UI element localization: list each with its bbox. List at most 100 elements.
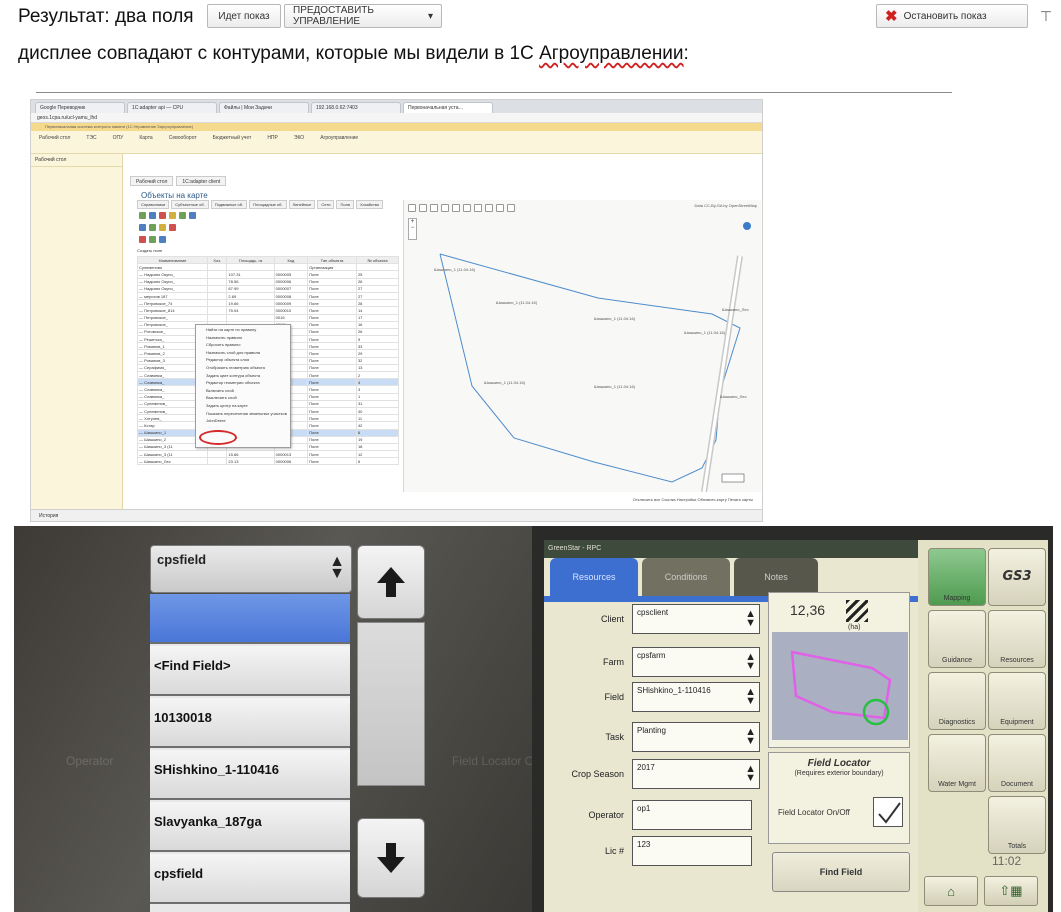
scroll-down-button[interactable] xyxy=(357,818,425,898)
map-tool-icon[interactable] xyxy=(419,204,427,212)
map-tool-icon[interactable] xyxy=(485,204,493,212)
subtab[interactable]: Сети xyxy=(317,200,335,209)
menu-item[interactable]: НПР xyxy=(267,135,278,149)
home-button[interactable]: ⌂ xyxy=(924,876,978,906)
map-tool-icon[interactable] xyxy=(474,204,482,212)
tool-icon[interactable] xyxy=(149,236,156,243)
menu-item[interactable]: Карта xyxy=(139,135,152,149)
find-field-button[interactable]: Find Field xyxy=(772,852,910,892)
content-tab[interactable]: 1С:adapter client xyxy=(176,176,227,186)
field-list-item[interactable]: Slavyanka_187ga xyxy=(150,802,350,852)
field-list-item[interactable]: <Find Field> xyxy=(150,646,350,696)
table-row[interactable]: — Надьяно Окуно_ 78.56 0000006 Поле 26 xyxy=(136,277,400,286)
showing-button[interactable]: Идет показ xyxy=(207,4,281,28)
menu-button[interactable]: ⇧▦ xyxy=(984,876,1038,906)
export-icon[interactable] xyxy=(169,224,176,231)
scroll-up-button[interactable] xyxy=(357,545,425,619)
layer-icon[interactable] xyxy=(139,224,146,231)
map-tool-icon[interactable] xyxy=(430,204,438,212)
subtab[interactable]: Субъектные об. xyxy=(171,200,209,209)
context-menu-item[interactable]: Включить слой xyxy=(196,387,290,395)
address-bar[interactable]: geos.1cpa.ru/ucl-yamu_lhd xyxy=(31,113,762,123)
browser-tab[interactable]: 1С:adapter api — CPU xyxy=(127,102,217,113)
water-mgmt-button[interactable]: Water Mgmt xyxy=(928,734,986,792)
content-tab[interactable]: Рабочий стол xyxy=(130,176,174,186)
mapping-button[interactable]: Mapping xyxy=(928,548,986,606)
map-tool-icon[interactable] xyxy=(452,204,460,212)
browser-tab[interactable]: Google Переводчик xyxy=(35,102,125,113)
menu-item[interactable]: Бюджетный учет xyxy=(213,135,252,149)
delete-icon[interactable] xyxy=(159,212,166,219)
table-row[interactable]: Сулеменово Организация xyxy=(136,263,400,272)
subtab[interactable]: Справочники xyxy=(137,200,170,209)
tool-icon[interactable] xyxy=(159,236,166,243)
context-menu-item[interactable]: Выключить слой xyxy=(196,394,290,402)
column-header[interactable]: Хоз. xyxy=(207,255,228,265)
gs3-operator-select[interactable]: op1 xyxy=(632,800,752,830)
tab-conditions[interactable]: Conditions xyxy=(642,558,730,596)
menu-item[interactable]: ЭКО xyxy=(294,135,304,149)
menu-item[interactable]: Севооборот xyxy=(169,135,197,149)
map-tool-icon[interactable] xyxy=(507,204,515,212)
table-row[interactable]: — Шишкино_3 (11 15.66 0000013 Поле 12 xyxy=(136,450,400,459)
table-row[interactable]: — Надьяно Окуно_ 87.99 0000007 Поле 27 xyxy=(136,284,400,293)
column-header[interactable]: Площадь, га xyxy=(226,255,275,265)
menu-item[interactable]: Агроуправление xyxy=(320,135,358,149)
table-row[interactable]: — Шишкино_Лес 23.13 0000006 Поле 6 xyxy=(136,457,400,466)
gs3-task-select[interactable]: Planting ▲ ▼ xyxy=(632,722,760,752)
context-menu-item[interactable]: Назначить правило xyxy=(196,334,290,342)
gs3-home-button[interactable]: GS3 xyxy=(988,548,1046,606)
add-icon[interactable] xyxy=(139,212,146,219)
menu-item[interactable]: ОПУ xyxy=(113,135,124,149)
subtab[interactable]: Хозяйство xyxy=(355,200,384,209)
table-row[interactable]: — Петровское_814 75.04 0000010 Поле 14 xyxy=(136,306,400,315)
field-list-item[interactable]: 10130018 xyxy=(150,698,350,748)
subtab[interactable]: Поля xyxy=(336,200,354,209)
map-icon[interactable] xyxy=(149,224,156,231)
map-view[interactable]: Data CC-By-SA by OpenStreetMap + − Шишкин… xyxy=(403,200,761,492)
subtab[interactable]: Подвижные об. xyxy=(210,200,248,209)
search-icon[interactable] xyxy=(169,212,176,219)
column-header[interactable]: Тип объекта xyxy=(307,255,357,265)
context-menu-item[interactable]: Найти на карте по правилу xyxy=(196,326,290,334)
left-panel-item[interactable]: Рабочий стол xyxy=(31,154,122,167)
totals-button[interactable]: Totals xyxy=(988,796,1046,854)
diagnostics-button[interactable]: Diagnostics xyxy=(928,672,986,730)
context-menu-item[interactable]: Сбросить правило xyxy=(196,341,290,349)
map-tool-icon[interactable] xyxy=(408,204,416,212)
gs3-field-select[interactable]: SHishkino_1-110416 ▲ ▼ xyxy=(632,682,760,712)
resources-button[interactable]: Resources xyxy=(988,610,1046,668)
tab-resources[interactable]: Resources xyxy=(550,558,638,596)
menu-item[interactable]: ТЭС xyxy=(86,135,96,149)
table-row[interactable]: — мерохов 187 2.69 0000008 Поле 27 xyxy=(136,291,400,301)
subtab[interactable]: Площадные об. xyxy=(249,200,287,209)
tool-icon[interactable] xyxy=(139,236,146,243)
column-header[interactable]: Наименование xyxy=(136,255,209,265)
table-row[interactable]: — Петровское_ 0016 Поле 17 xyxy=(136,313,400,322)
document-button[interactable]: Document xyxy=(988,734,1046,792)
context-menu-item[interactable]: JohnDeere xyxy=(196,417,290,425)
edit-icon[interactable] xyxy=(149,212,156,219)
browser-tab[interactable]: Файлы | Мои Задачи xyxy=(219,102,309,113)
context-menu-item[interactable]: Задать центр на карте xyxy=(196,402,290,410)
history-button[interactable]: История xyxy=(39,513,58,519)
table-row[interactable]: — Надьяно Окуно_ 107.31 0000005 Поле 25 xyxy=(136,270,400,279)
field-dropdown[interactable]: cpsfield ▲ ▼ xyxy=(150,545,352,593)
refresh-icon[interactable] xyxy=(179,212,186,219)
field-locator-checkbox[interactable] xyxy=(873,797,903,827)
field-list-item[interactable]: cpsfield xyxy=(150,854,350,904)
context-menu-item[interactable]: Редактор объекта слоя xyxy=(196,356,290,364)
gs3-client-select[interactable]: cpsclient ▲ ▼ xyxy=(632,604,760,634)
context-menu-item[interactable]: Отобразить геометрию объекта xyxy=(196,364,290,372)
stop-showing-button[interactable]: ✖ Остановить показ xyxy=(876,4,1028,28)
gs3-farm-select[interactable]: cpsfarm ▲ ▼ xyxy=(632,647,760,677)
gs3-crop-season-select[interactable]: 2017 ▲ ▼ xyxy=(632,759,760,789)
context-menu-item[interactable]: Показать пересечения земельных участков xyxy=(196,410,290,418)
browser-tab[interactable]: Первоначальная уста… xyxy=(403,102,493,113)
map-tool-icon[interactable] xyxy=(441,204,449,212)
create-field-label[interactable]: Создать поле xyxy=(137,248,399,253)
settings-icon[interactable] xyxy=(159,224,166,231)
column-header[interactable]: № объекта xyxy=(355,255,400,265)
pin-icon[interactable]: ⊤ xyxy=(1036,6,1056,26)
map-tool-icon[interactable] xyxy=(463,204,471,212)
